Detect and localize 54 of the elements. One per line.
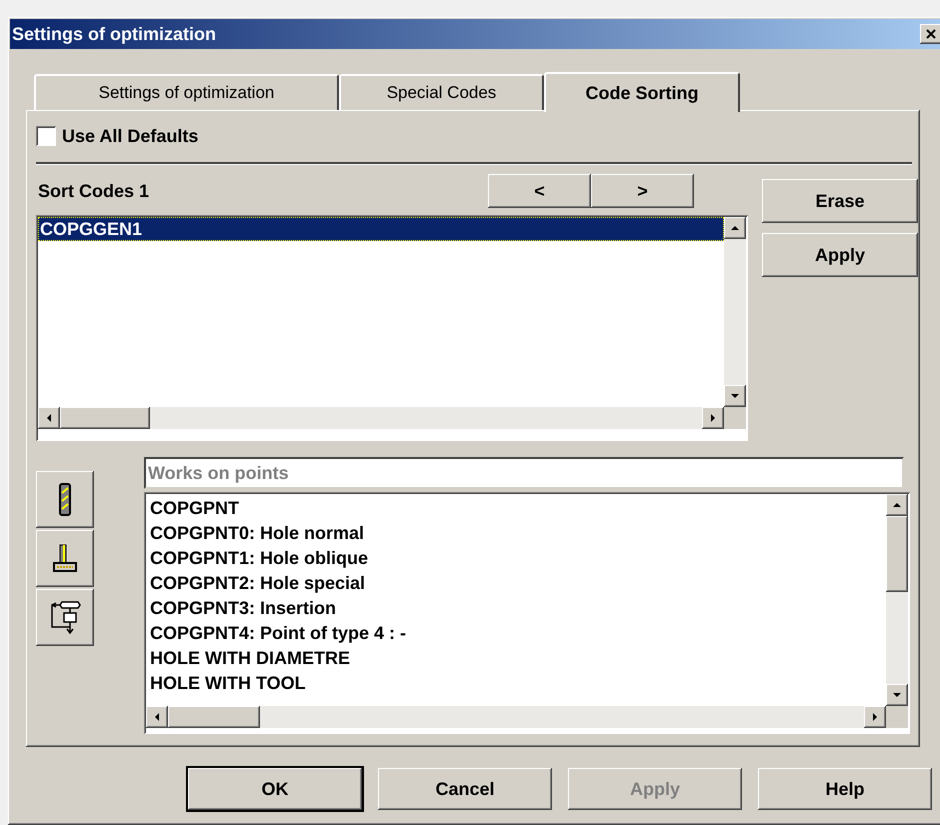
scroll-thumb[interactable] <box>886 516 908 592</box>
section-label: Sort Codes 1 <box>37 180 150 202</box>
machine-icon <box>51 544 79 574</box>
tab[interactable]: Special Codes <box>339 74 544 110</box>
vertical-scrollbar[interactable] <box>886 494 908 706</box>
drill-bit-icon <box>58 482 72 516</box>
dialog-button[interactable]: Help <box>758 768 932 810</box>
scroll-down-button[interactable] <box>886 684 908 706</box>
scroll-down-button[interactable] <box>724 385 746 407</box>
side-button[interactable]: Apply <box>762 233 918 277</box>
triangle-arrow-icon <box>870 712 880 722</box>
scroll-left-button[interactable] <box>146 706 168 728</box>
scrollbar-corner <box>724 407 746 429</box>
dialog-button[interactable]: Cancel <box>378 768 552 810</box>
triangle-arrow-icon <box>892 500 902 510</box>
close-icon <box>926 29 936 39</box>
side-button[interactable]: Erase <box>762 179 918 223</box>
scrollbar-corner <box>886 706 908 728</box>
checkbox-label[interactable]: Use All Defaults <box>62 122 198 150</box>
list-item[interactable]: COPGPNT3: Insertion <box>150 596 886 621</box>
tab[interactable]: Settings of optimization <box>34 74 339 110</box>
vertical-scrollbar[interactable] <box>724 217 746 407</box>
list-item[interactable]: COPGPNT4: Point of type 4 : - <box>150 621 886 646</box>
list-item[interactable]: HOLE WITH TOOL <box>150 671 886 696</box>
list-item[interactable]: COPGPNT2: Hole special <box>150 571 886 596</box>
scroll-up-button[interactable] <box>886 494 908 516</box>
window-title: Settings of optimization <box>12 22 216 46</box>
scroll-right-button[interactable] <box>702 407 724 429</box>
triangle-arrow-icon <box>708 413 718 423</box>
nav-button[interactable]: < <box>488 174 591 208</box>
tab[interactable]: Code Sorting <box>544 72 740 112</box>
scroll-thumb[interactable] <box>168 706 260 728</box>
horizontal-scrollbar[interactable] <box>38 407 724 429</box>
horizontal-scrollbar[interactable] <box>146 706 886 728</box>
nav-button[interactable]: > <box>591 174 694 208</box>
checkbox[interactable] <box>36 126 56 146</box>
scroll-up-button[interactable] <box>724 217 746 239</box>
close-button[interactable] <box>920 24 940 44</box>
triangle-arrow-icon <box>892 690 902 700</box>
tool-button[interactable] <box>36 530 94 587</box>
list-item[interactable]: COPGPNT <box>150 496 886 521</box>
triangle-arrow-icon <box>730 223 740 233</box>
dialog-button[interactable]: OK <box>188 768 362 810</box>
tool-button[interactable] <box>36 471 94 528</box>
triangle-arrow-icon <box>730 391 740 401</box>
scroll-thumb[interactable] <box>60 407 150 429</box>
scroll-left-button[interactable] <box>38 407 60 429</box>
list-item[interactable]: COPGPNT0: Hole normal <box>150 521 886 546</box>
list-item[interactable]: HOLE WITH DIAMETRE <box>150 646 886 671</box>
list-item[interactable]: COPGPNT1: Hole oblique <box>150 546 886 571</box>
list-item[interactable]: COPGGEN1 <box>38 217 724 241</box>
tool-button[interactable] <box>36 589 94 646</box>
scroll-right-button[interactable] <box>864 706 886 728</box>
filter-field[interactable]: Works on points <box>144 457 904 489</box>
